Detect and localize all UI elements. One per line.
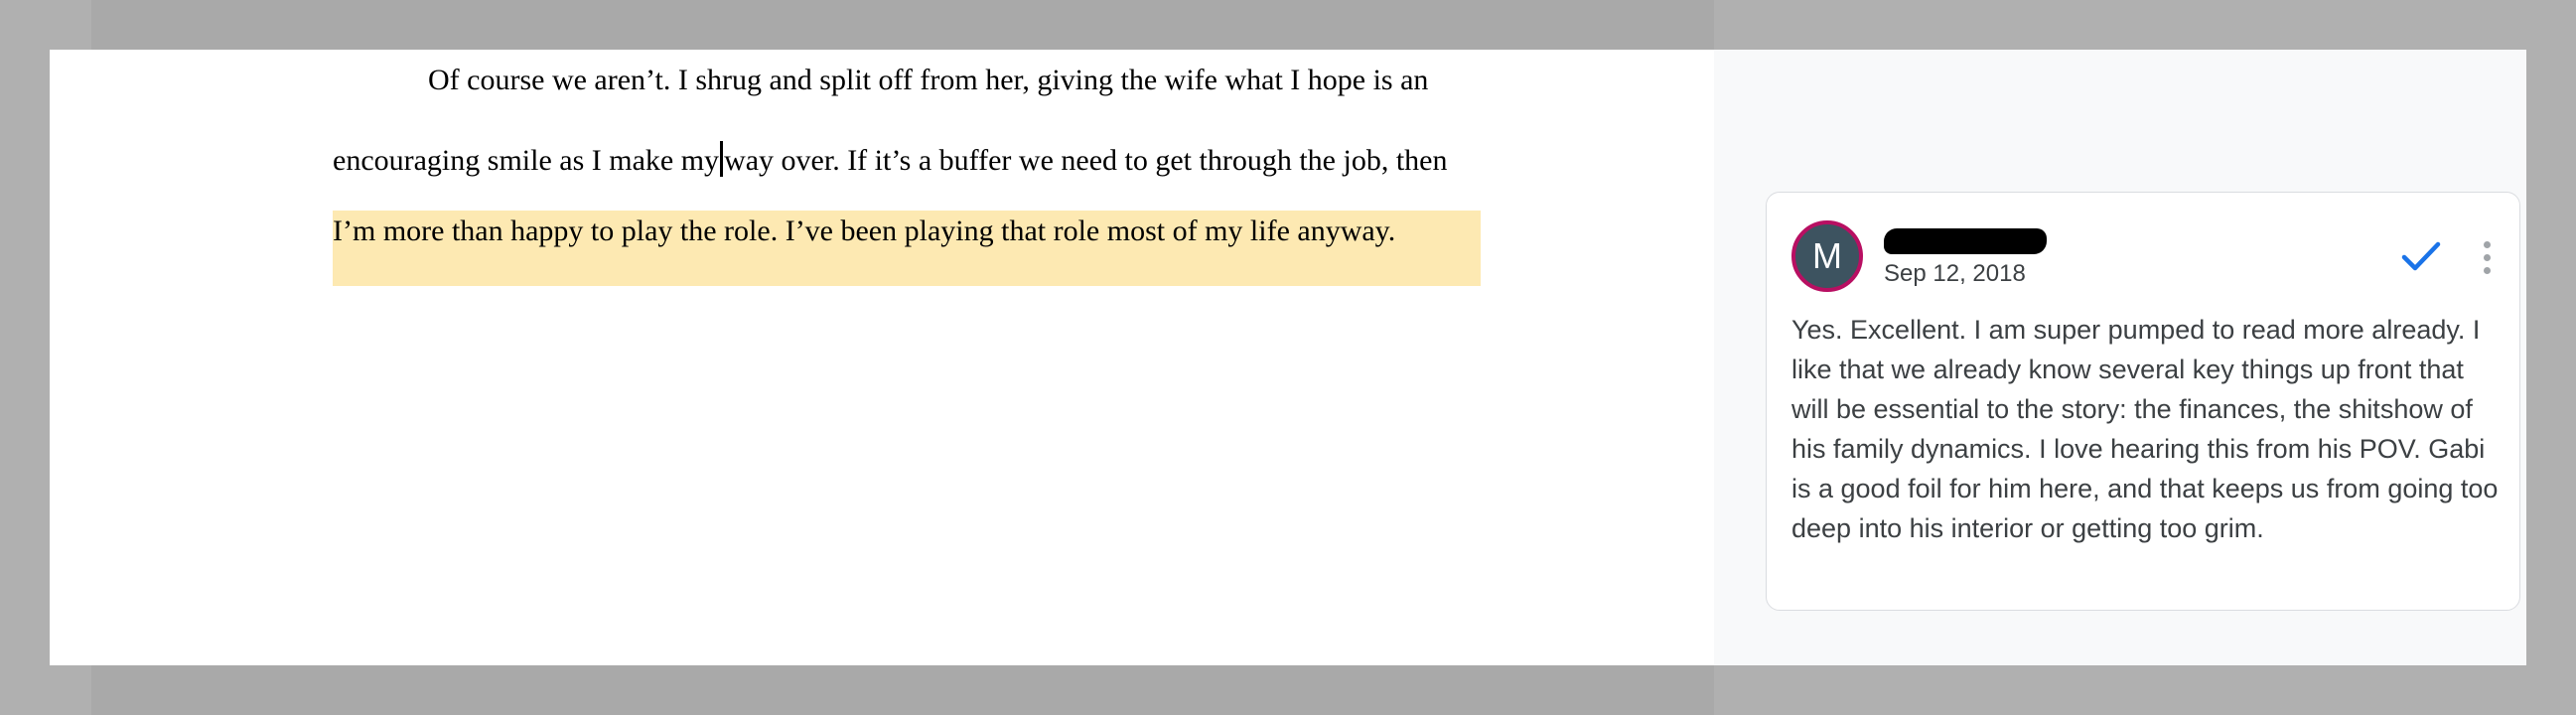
comment-text: Yes. Excellent. I am super pumped to rea… [1791, 315, 2499, 543]
more-options-button[interactable] [2472, 232, 2502, 282]
checkmark-icon [2401, 241, 2441, 271]
resolve-button[interactable] [2395, 230, 2447, 282]
avatar: M [1791, 220, 1863, 292]
comment-card[interactable]: M Sep 12, 2018 Yes. Excellent. I am supe… [1766, 192, 2520, 611]
document-page: Of course we aren’t. I shrug and split o… [50, 50, 1714, 665]
document-line: Of course we aren’t. I shrug and split o… [428, 64, 1429, 96]
redacted-author-name [1884, 228, 2047, 254]
text-cursor [720, 141, 724, 177]
document-line-with-cursor: encouraging smile as I make my way over. … [333, 141, 1447, 177]
more-vert-icon [2483, 240, 2491, 274]
document-text: encouraging smile as I make my [333, 144, 720, 177]
document-text: way over. If it’s a buffer we need to ge… [724, 144, 1448, 177]
avatar-initial: M [1812, 235, 1842, 276]
comment-date: Sep 12, 2018 [1884, 260, 2026, 287]
highlighted-line: I’m more than happy to play the role. I’… [333, 214, 1396, 247]
